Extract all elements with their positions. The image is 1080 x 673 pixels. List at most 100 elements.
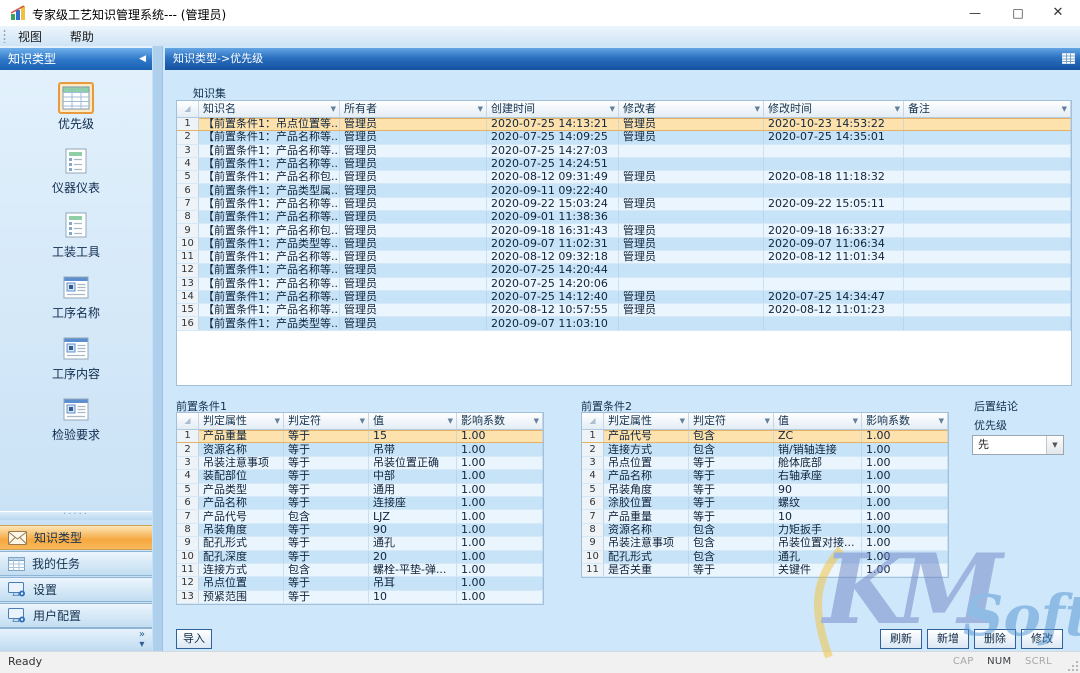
filter-icon[interactable]: ▼ (853, 417, 858, 426)
row-number[interactable]: 11 (582, 564, 604, 576)
row-number[interactable]: 4 (177, 158, 199, 170)
row-number[interactable]: 3 (177, 457, 199, 469)
nav-item-settings[interactable]: 设置 (0, 577, 152, 602)
row-number[interactable]: 13 (177, 278, 199, 290)
menu-item-view[interactable]: 视图 (12, 26, 48, 47)
table-row[interactable]: 2【前置条件1：产品名称等...管理员2020-07-25 14:09:25管理… (177, 131, 1071, 144)
table-row[interactable]: 10配孔形式包含通孔1.00 (582, 551, 948, 564)
row-number[interactable]: 2 (177, 443, 199, 455)
filter-icon[interactable]: ▼ (448, 417, 453, 426)
table-row[interactable]: 12吊点位置等于吊耳1.00 (177, 577, 543, 590)
column-header[interactable]: 判定属性▼ (199, 413, 284, 429)
filter-icon[interactable]: ▼ (331, 105, 336, 114)
resize-grip[interactable] (1066, 659, 1078, 671)
filter-icon[interactable]: ▼ (939, 417, 944, 426)
filter-icon[interactable]: ▼ (610, 105, 615, 114)
nav-item-user-config[interactable]: 用户配置 (0, 603, 152, 628)
table-row[interactable]: 6涂胶位置等于螺纹1.00 (582, 497, 948, 510)
row-number[interactable]: 5 (582, 484, 604, 496)
row-number[interactable]: 9 (177, 537, 199, 549)
table-row[interactable]: 3吊装注意事项等于吊装位置正确1.00 (177, 457, 543, 470)
table-row[interactable]: 11连接方式包含螺栓-平垫-弹...1.00 (177, 564, 543, 577)
filter-icon[interactable]: ▼ (534, 417, 539, 426)
row-number[interactable]: 2 (582, 443, 604, 455)
row-number[interactable]: 15 (177, 304, 199, 316)
row-number[interactable]: 10 (177, 238, 199, 250)
row-number[interactable]: 1 (582, 430, 604, 442)
column-header[interactable]: 所有者▼ (340, 101, 487, 117)
table-row[interactable]: 4装配部位等于中部1.00 (177, 470, 543, 483)
filter-icon[interactable]: ▼ (895, 105, 900, 114)
column-header[interactable]: 影响系数▼ (862, 413, 948, 429)
sidebar-item-inspection[interactable]: 检验要求 (0, 394, 152, 443)
sidebar-item-tooling[interactable]: 工装工具 (0, 208, 152, 260)
table-row[interactable]: 13【前置条件1：产品名称等...管理员2020-07-25 14:20:06 (177, 278, 1071, 291)
table-row[interactable]: 8资源名称包含力矩扳手1.00 (582, 524, 948, 537)
nav-item-my-tasks[interactable]: 我的任务 (0, 551, 152, 576)
table-row[interactable]: 9吊装注意事项包含吊装位置对接...1.00 (582, 537, 948, 550)
import-button[interactable]: 导入 (176, 629, 212, 649)
refresh-button[interactable]: 刷新 (880, 629, 922, 649)
sidebar-item-priority[interactable]: 优先级 (0, 82, 152, 132)
table-row[interactable]: 6产品名称等于连接座1.00 (177, 497, 543, 510)
filter-icon[interactable]: ▼ (765, 417, 770, 426)
table-row[interactable]: 16【前置条件1：产品类型等...管理员2020-09-07 11:03:10 (177, 317, 1071, 330)
column-header[interactable]: 判定属性▼ (604, 413, 689, 429)
filter-icon[interactable]: ▼ (275, 417, 280, 426)
minimize-button[interactable]: — (956, 0, 994, 26)
sidebar-splitter[interactable]: ····· (0, 511, 152, 520)
row-number[interactable]: 10 (582, 551, 604, 563)
filter-icon[interactable]: ▼ (680, 417, 685, 426)
table-row[interactable]: 5【前置条件1：产品名称包...管理员2020-08-12 09:31:49管理… (177, 171, 1071, 184)
maximize-button[interactable]: □ (999, 0, 1037, 26)
add-button[interactable]: 新增 (927, 629, 969, 649)
table-row[interactable]: 3【前置条件1：产品名称等...管理员2020-07-25 14:27:03 (177, 145, 1071, 158)
row-number[interactable]: 4 (177, 470, 199, 482)
table-row[interactable]: 8吊装角度等于901.00 (177, 524, 543, 537)
delete-button[interactable]: 删除 (974, 629, 1016, 649)
sidebar-item-process-name[interactable]: 工序名称 (0, 272, 152, 321)
priority-select[interactable]: 先 ▼ (972, 435, 1064, 455)
row-number[interactable]: 6 (177, 184, 199, 196)
panel-splitter[interactable] (152, 46, 163, 652)
modify-button[interactable]: 修改 (1021, 629, 1063, 649)
select-all-corner[interactable]: ◢ (177, 101, 199, 117)
row-number[interactable]: 14 (177, 291, 199, 303)
row-number[interactable]: 13 (177, 591, 199, 603)
table-row[interactable]: 15【前置条件1：产品名称等...管理员2020-08-12 10:57:55管… (177, 304, 1071, 317)
column-header[interactable]: 影响系数▼ (457, 413, 543, 429)
row-number[interactable]: 9 (177, 224, 199, 236)
filter-icon[interactable]: ▼ (1062, 105, 1067, 114)
table-icon[interactable] (1062, 53, 1075, 64)
table-row[interactable]: 2资源名称等于吊带1.00 (177, 443, 543, 456)
row-number[interactable]: 8 (177, 211, 199, 223)
row-number[interactable]: 10 (177, 551, 199, 563)
column-header[interactable]: 修改时间▼ (764, 101, 904, 117)
row-number[interactable]: 2 (177, 131, 199, 143)
row-number[interactable]: 1 (177, 118, 199, 130)
row-number[interactable]: 7 (177, 510, 199, 522)
column-header[interactable]: 创建时间▼ (487, 101, 619, 117)
column-header[interactable]: 值▼ (774, 413, 862, 429)
chevron-down-icon[interactable]: ▼ (1046, 436, 1063, 454)
table-row[interactable]: 1产品代号包含ZC1.00 (582, 430, 948, 443)
table-row[interactable]: 8【前置条件1：产品名称等...管理员2020-09-01 11:38:36 (177, 211, 1071, 224)
row-number[interactable]: 12 (177, 577, 199, 589)
table-row[interactable]: 12【前置条件1：产品名称等...管理员2020-07-25 14:20:44 (177, 264, 1071, 277)
table-row[interactable]: 5产品类型等于通用1.00 (177, 484, 543, 497)
table-row[interactable]: 7【前置条件1：产品名称等...管理员2020-09-22 15:03:24管理… (177, 198, 1071, 211)
row-number[interactable]: 8 (177, 524, 199, 536)
collapse-sidebar-icon[interactable]: ◀ (139, 48, 146, 70)
table-row[interactable]: 11【前置条件1：产品名称等...管理员2020-08-12 09:32:18管… (177, 251, 1071, 264)
table-row[interactable]: 3吊点位置等于舱体底部1.00 (582, 457, 948, 470)
column-header[interactable]: 值▼ (369, 413, 457, 429)
column-header[interactable]: 判定符▼ (689, 413, 774, 429)
select-all-corner[interactable]: ◢ (582, 413, 604, 429)
column-header[interactable]: 修改者▼ (619, 101, 764, 117)
row-number[interactable]: 8 (582, 524, 604, 536)
row-number[interactable]: 5 (177, 171, 199, 183)
table-row[interactable]: 14【前置条件1：产品名称等...管理员2020-07-25 14:12:40管… (177, 291, 1071, 304)
filter-icon[interactable]: ▼ (360, 417, 365, 426)
close-button[interactable]: ✕ (1039, 0, 1077, 26)
column-header[interactable]: 知识名▼ (199, 101, 340, 117)
